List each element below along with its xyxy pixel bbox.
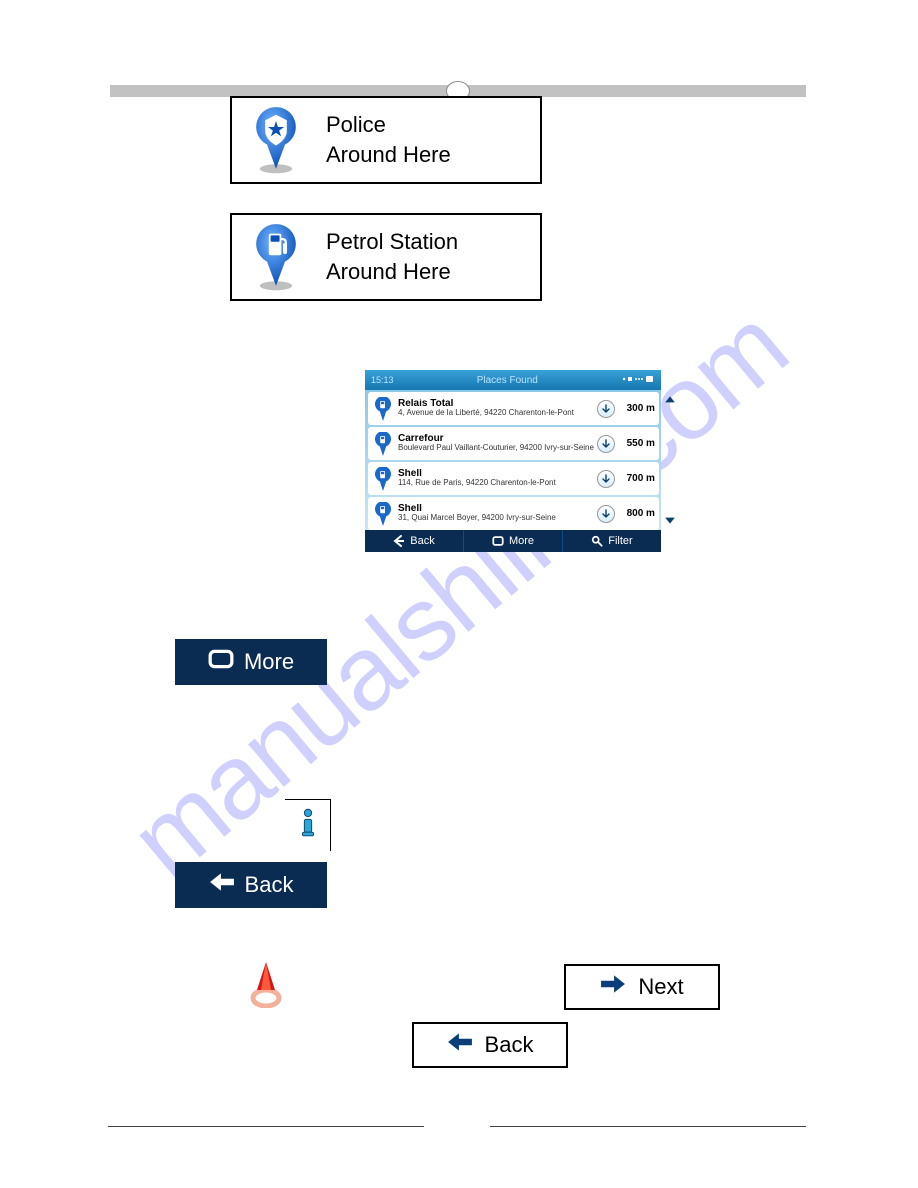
scroll-down-icon[interactable] xyxy=(663,513,677,527)
direction-icon xyxy=(597,435,615,453)
petrol-pin-icon xyxy=(372,398,394,420)
petrol-pin-icon xyxy=(244,221,308,293)
petrol-pin-icon xyxy=(372,503,394,525)
places-list: Relais Total4, Avenue de la Liberté, 942… xyxy=(365,390,661,530)
more-screen-icon xyxy=(208,648,234,676)
alert-pin-icon xyxy=(245,960,287,1008)
back-button-outline-label: Back xyxy=(485,1032,534,1058)
status-time: 15:13 xyxy=(371,375,394,385)
next-button[interactable]: Next xyxy=(564,964,720,1010)
police-label-line1: Police xyxy=(326,110,451,140)
next-button-label: Next xyxy=(638,974,683,1000)
list-item[interactable]: Shell31, Quai Marcel Boyer, 94200 Ivry-s… xyxy=(368,497,659,530)
direction-icon xyxy=(597,400,615,418)
petrol-button-label: Petrol Station Around Here xyxy=(326,227,458,286)
place-address: 4, Avenue de la Liberté, 94220 Charenton… xyxy=(398,409,594,418)
police-button-label: Police Around Here xyxy=(326,110,451,169)
more-button[interactable]: More xyxy=(175,639,327,685)
scroll-bar[interactable] xyxy=(661,390,679,530)
scroll-up-icon[interactable] xyxy=(663,393,677,407)
info-icon xyxy=(297,808,319,843)
footer-rule-right xyxy=(490,1126,806,1127)
back-button[interactable]: Back xyxy=(175,862,327,908)
petrol-pin-icon xyxy=(372,468,394,490)
more-button-label: More xyxy=(244,649,294,675)
places-found-screenshot: 15:13 Places Found Relais Total4, Avenue… xyxy=(365,370,661,552)
petrol-label-line2: Around Here xyxy=(326,257,458,287)
list-item[interactable]: Relais Total4, Avenue de la Liberté, 942… xyxy=(368,392,659,425)
place-name: Shell xyxy=(398,504,594,514)
police-label-line2: Around Here xyxy=(326,140,451,170)
back-button-label: Back xyxy=(245,872,294,898)
footer-rule-left xyxy=(108,1126,424,1127)
list-item[interactable]: CarrefourBoulevard Paul Vaillant-Couturi… xyxy=(368,427,659,460)
place-address: Boulevard Paul Vaillant-Couturier, 94200… xyxy=(398,444,594,453)
place-distance: 700 m xyxy=(615,473,655,484)
police-pin-icon xyxy=(244,104,308,176)
back-button-outline[interactable]: Back xyxy=(412,1022,568,1068)
place-name: Shell xyxy=(398,469,594,479)
place-distance: 550 m xyxy=(615,438,655,449)
petrol-pin-icon xyxy=(372,433,394,455)
arrow-right-icon xyxy=(600,974,626,1000)
place-address: 114, Rue de Paris, 94220 Charenton-le-Po… xyxy=(398,479,594,488)
place-distance: 300 m xyxy=(615,403,655,414)
places-title: Places Found xyxy=(394,375,621,386)
direction-icon xyxy=(597,470,615,488)
place-address: 31, Quai Marcel Boyer, 94200 Ivry-sur-Se… xyxy=(398,514,594,523)
police-around-here-button[interactable]: Police Around Here xyxy=(230,96,542,184)
arrow-left-icon xyxy=(447,1032,473,1058)
place-name: Relais Total xyxy=(398,399,594,409)
petrol-around-here-button[interactable]: Petrol Station Around Here xyxy=(230,213,542,301)
petrol-label-line1: Petrol Station xyxy=(326,227,458,257)
direction-icon xyxy=(597,505,615,523)
panel-back-label: Back xyxy=(410,535,434,547)
panel-filter-label: Filter xyxy=(608,535,632,547)
panel-filter-button[interactable]: Filter xyxy=(563,530,661,552)
place-distance: 800 m xyxy=(615,508,655,519)
places-header: 15:13 Places Found xyxy=(365,370,661,390)
panel-more-label: More xyxy=(509,535,534,547)
status-icons xyxy=(621,374,655,386)
list-item[interactable]: Shell114, Rue de Paris, 94220 Charenton-… xyxy=(368,462,659,495)
place-name: Carrefour xyxy=(398,434,594,444)
panel-more-button[interactable]: More xyxy=(464,530,563,552)
arrow-left-icon xyxy=(209,872,235,898)
panel-back-button[interactable]: Back xyxy=(365,530,464,552)
info-button[interactable] xyxy=(285,799,331,851)
